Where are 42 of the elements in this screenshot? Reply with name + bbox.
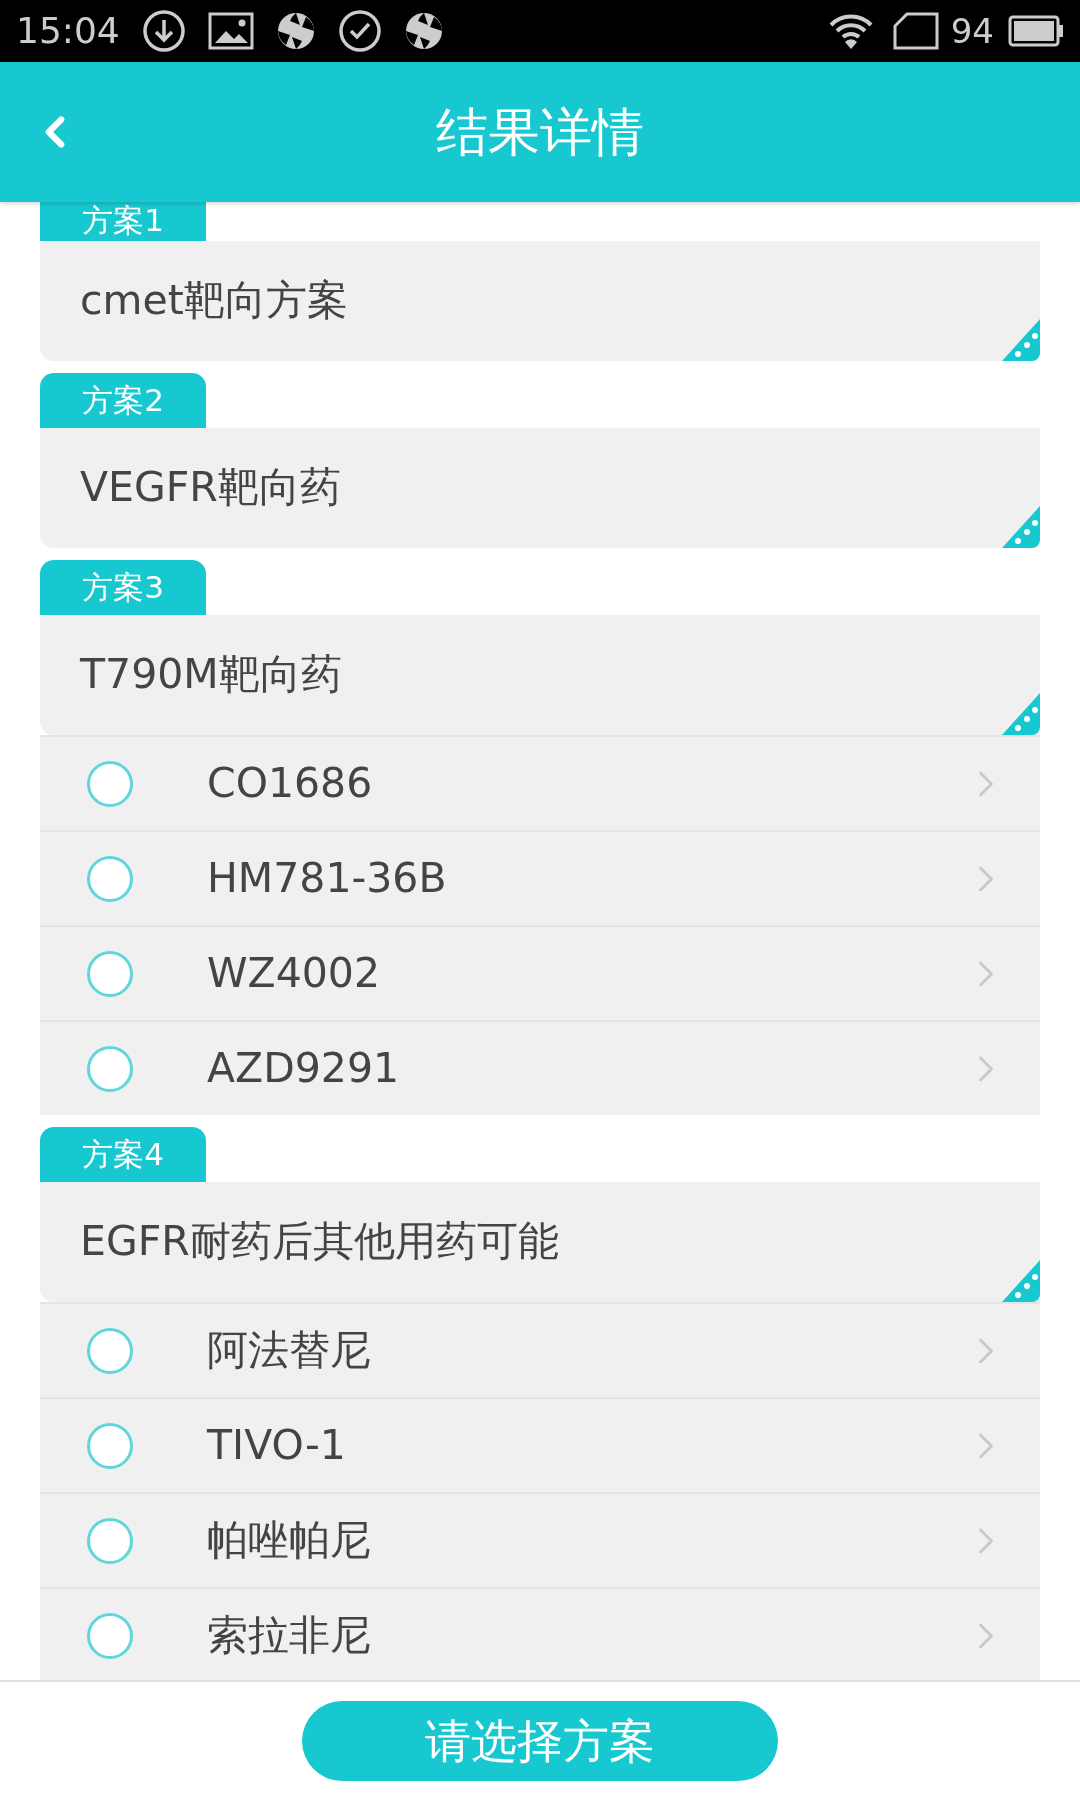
drug-option[interactable]: AZD9291 (40, 1020, 1040, 1115)
drug-option[interactable]: TIVO-1 (40, 1397, 1040, 1492)
drug-name: AZD9291 (207, 1042, 400, 1094)
drug-option[interactable]: WZ4002 (40, 925, 1040, 1020)
drug-option[interactable]: CO1686 (40, 735, 1040, 830)
drug-option[interactable]: 阿法替尼 (40, 1302, 1040, 1397)
radio-button[interactable] (87, 1612, 133, 1659)
drug-name: CO1686 (207, 757, 373, 809)
radio-button[interactable] (87, 855, 133, 902)
drug-option[interactable]: 帕唑帕尼 (40, 1492, 1040, 1587)
corner-dots-icon (1002, 319, 1040, 361)
radio-button[interactable] (87, 950, 133, 997)
image-icon (207, 12, 254, 50)
battery-icon (1008, 15, 1064, 47)
plan-name: EGFR耐药后其他用药可能 (80, 1216, 559, 1268)
sim-card-icon (892, 12, 939, 50)
plan-name: VEGFR靶向药 (80, 462, 341, 514)
radio-button[interactable] (87, 1327, 133, 1374)
corner-dots-icon (1002, 506, 1040, 548)
check-circle-icon (337, 9, 382, 53)
drug-name: 阿法替尼 (207, 1324, 371, 1376)
aperture-icon (403, 11, 444, 51)
drug-name: 索拉非尼 (207, 1609, 371, 1661)
corner-dots-icon (1002, 693, 1040, 735)
drug-name: 帕唑帕尼 (207, 1514, 371, 1566)
drug-name: WZ4002 (207, 947, 380, 999)
corner-dots-icon (1002, 1260, 1040, 1302)
battery-level: 94 (950, 9, 994, 53)
aperture-icon (275, 11, 316, 51)
radio-button[interactable] (87, 1517, 133, 1564)
drug-option[interactable]: HM781-36B (40, 830, 1040, 925)
drug-option[interactable]: 索拉非尼 (40, 1587, 1040, 1680)
radio-button[interactable] (87, 760, 133, 807)
radio-button[interactable] (87, 1045, 133, 1092)
download-icon (141, 9, 186, 53)
drug-name: TIVO-1 (207, 1419, 346, 1471)
drug-name: HM781-36B (207, 852, 447, 904)
plan-name: cmet靶向方案 (80, 275, 348, 327)
status-time: 15:04 (16, 9, 120, 53)
radio-button[interactable] (87, 1422, 133, 1469)
page-title: 结果详情 (436, 101, 644, 164)
plan-name: T790M靶向药 (80, 649, 342, 701)
